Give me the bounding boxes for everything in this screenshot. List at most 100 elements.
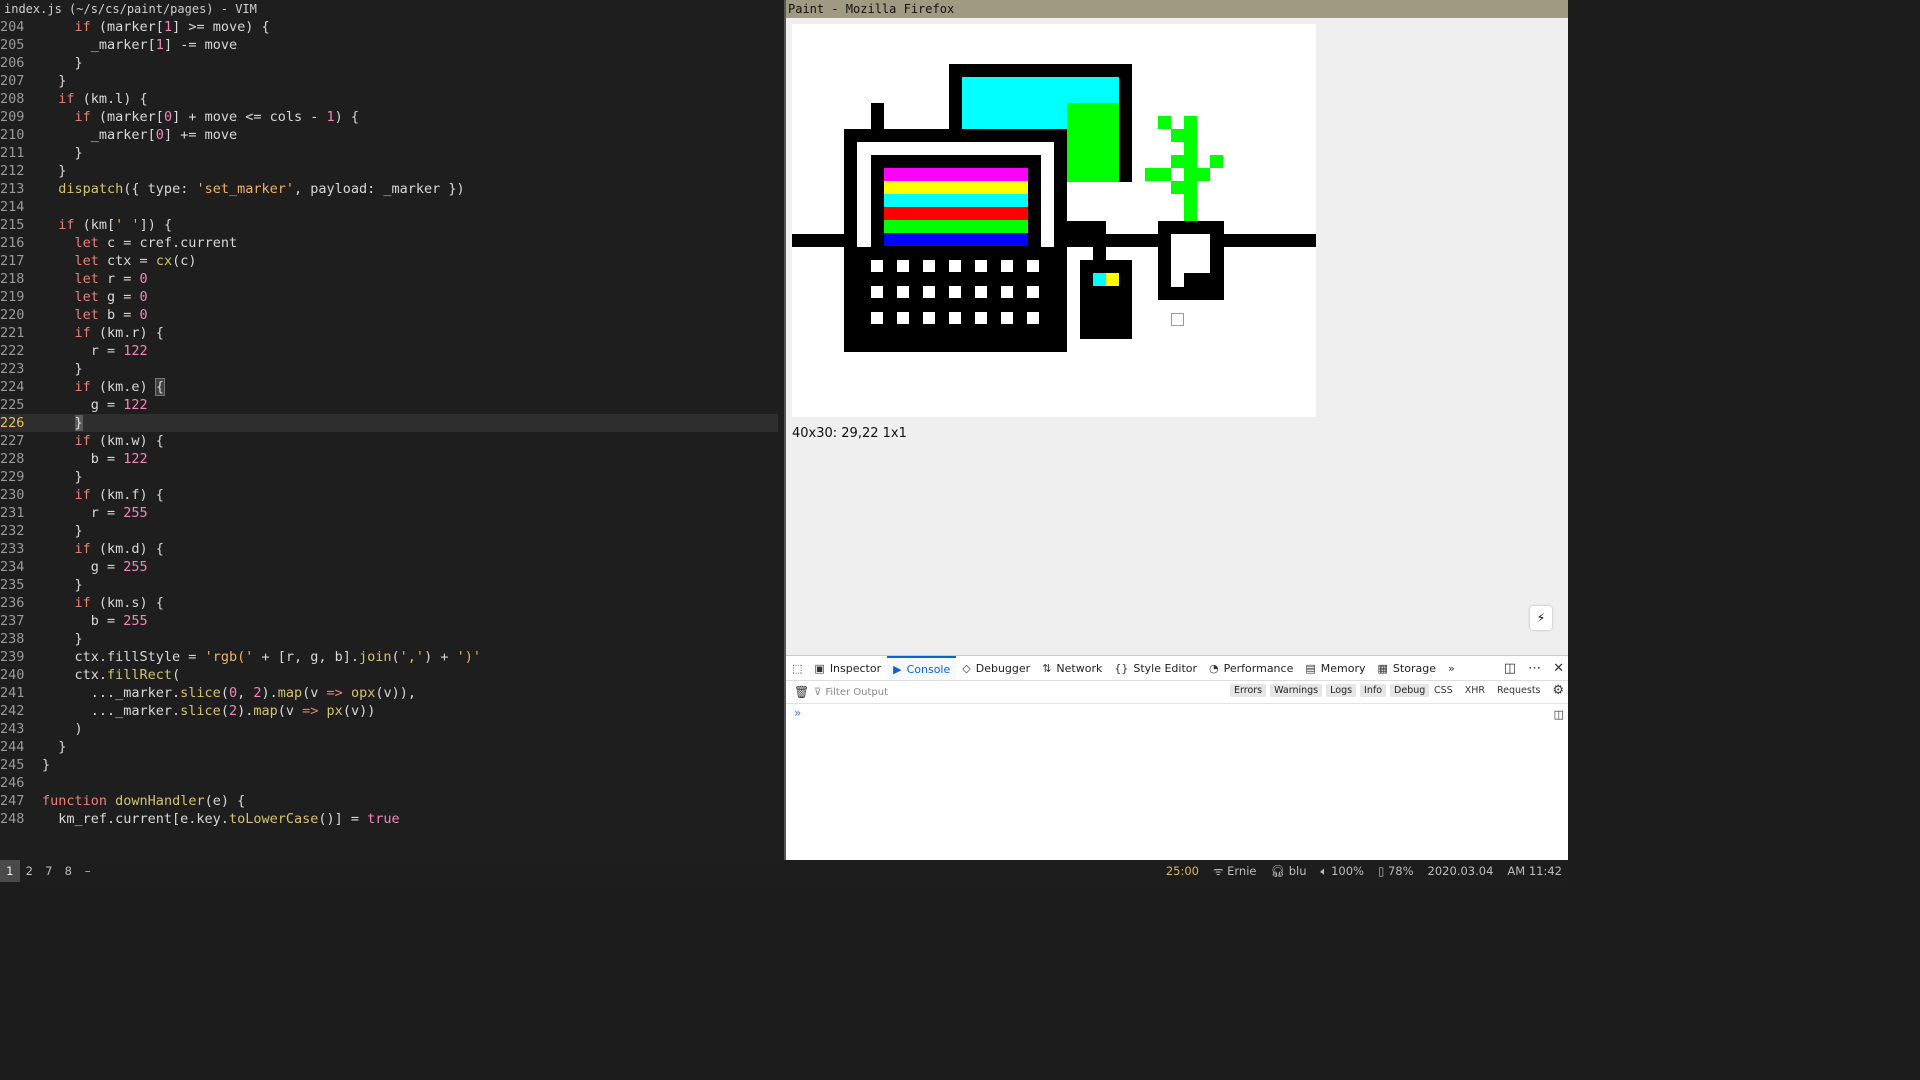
tab-inspector[interactable]: ▣ Inspector	[808, 656, 887, 680]
code-line[interactable]: 225 g = 122	[0, 396, 784, 414]
code-line[interactable]: 246	[0, 774, 784, 792]
line-number: 241	[0, 685, 25, 701]
vim-window[interactable]: index.js (~/s/cs/paint/pages) - VIM 204 …	[0, 0, 784, 860]
tab-memory[interactable]: ▤ Memory	[1299, 656, 1371, 680]
code-line[interactable]: 206 }	[0, 54, 784, 72]
line-number: 238	[0, 631, 25, 647]
code-line[interactable]: 247 function downHandler(e) {	[0, 792, 784, 810]
code-line[interactable]: 232 }	[0, 522, 784, 540]
gear-icon[interactable]: ⚙	[1552, 683, 1564, 698]
devtools-panel[interactable]: ⬚ ▣ Inspector ▶ Console ◇ Debugger ⇅ Network…	[786, 655, 1568, 861]
code-line[interactable]: 244 }	[0, 738, 784, 756]
filter-info[interactable]: Info	[1360, 684, 1387, 697]
code-line[interactable]: 213 dispatch({ type: 'set_marker', paylo…	[0, 180, 784, 198]
code-line[interactable]: 241 ..._marker.slice(0, 2).map(v => opx(…	[0, 684, 784, 702]
code-line[interactable]: 230 if (km.f) {	[0, 486, 784, 504]
code-line[interactable]: 239 ctx.fillStyle = 'rgb(' + [r, g, b].j…	[0, 648, 784, 666]
firefox-window[interactable]: Paint - Mozilla Firefox 40x30: 29,22 1x1…	[784, 0, 1568, 861]
filter-warnings[interactable]: Warnings	[1270, 684, 1323, 697]
code-line[interactable]: 217 let ctx = cx(c)	[0, 252, 784, 270]
code-line[interactable]: 236 if (km.s) {	[0, 594, 784, 612]
filter-xhr[interactable]: XHR	[1465, 685, 1485, 696]
code-line[interactable]: 207 }	[0, 72, 784, 90]
line-number: 207	[0, 73, 25, 89]
code-line[interactable]: 237 b = 255	[0, 612, 784, 630]
tab-debugger[interactable]: ◇ Debugger	[956, 656, 1036, 680]
code-line[interactable]: 243 )	[0, 720, 784, 738]
code-line[interactable]: 224 if (km.e) {	[0, 378, 784, 396]
code-line[interactable]: 245}	[0, 756, 784, 774]
code-line[interactable]: 235 }	[0, 576, 784, 594]
filter-errors[interactable]: Errors	[1230, 684, 1267, 697]
tab-network[interactable]: ⇅ Network	[1036, 656, 1108, 680]
line-text: }	[42, 757, 51, 773]
dock-icon[interactable]: ◫	[1504, 661, 1516, 676]
code-line[interactable]: 226 }	[0, 414, 778, 432]
code-line[interactable]: 216 let c = cref.current	[0, 234, 784, 252]
code-line[interactable]: 205 _marker[1] -= move	[0, 36, 784, 54]
line-text: r = 255	[42, 505, 148, 521]
code-editor[interactable]: 204 if (marker[1] >= move) {205 _marker[…	[0, 18, 784, 828]
element-picker-icon[interactable]: ⬚	[786, 656, 808, 680]
code-line[interactable]: 231 r = 255	[0, 504, 784, 522]
code-line[interactable]: 208 if (km.l) {	[0, 90, 784, 108]
tab-performance[interactable]: ◔ Performance	[1203, 656, 1299, 680]
tab-console[interactable]: ▶ Console	[887, 656, 957, 680]
code-line[interactable]: 238 }	[0, 630, 784, 648]
paint-canvas[interactable]	[792, 24, 1316, 417]
filter-requests[interactable]: Requests	[1497, 685, 1541, 696]
console-input-prompt[interactable]: »	[794, 706, 801, 720]
code-line[interactable]: 214	[0, 198, 784, 216]
trash-icon[interactable]: 🗑	[794, 685, 809, 699]
code-line[interactable]: 218 let r = 0	[0, 270, 784, 288]
line-text: function downHandler(e) {	[42, 793, 246, 809]
filter-output-input[interactable]: ⊽ Filter Output	[814, 687, 888, 698]
tab-style-editor[interactable]: {} Style Editor	[1108, 656, 1203, 680]
more-options-icon[interactable]: ⋯	[1528, 661, 1541, 676]
code-line[interactable]: 219 let g = 0	[0, 288, 784, 306]
code-line[interactable]: 222 r = 122	[0, 342, 784, 360]
close-icon[interactable]: ✕	[1553, 661, 1564, 676]
code-line[interactable]: 204 if (marker[1] >= move) {	[0, 18, 784, 36]
workspace-1[interactable]: 1	[0, 860, 20, 882]
code-line[interactable]: 209 if (marker[0] + move <= cols - 1) {	[0, 108, 784, 126]
line-number: 231	[0, 505, 25, 521]
filter-css[interactable]: CSS	[1434, 685, 1453, 696]
code-line[interactable]: 233 if (km.d) {	[0, 540, 784, 558]
line-text: }	[42, 73, 67, 89]
workspace-empty[interactable]: –	[78, 860, 98, 882]
date: 2020.03.04	[1427, 864, 1494, 878]
line-number: 227	[0, 433, 25, 449]
lightning-icon[interactable]: ⚡	[1530, 606, 1552, 630]
line-number: 212	[0, 163, 25, 179]
line-text: }	[42, 163, 67, 179]
line-number: 234	[0, 559, 25, 575]
tab-storage[interactable]: ▦ Storage	[1372, 656, 1442, 680]
timer: 25:00	[1165, 864, 1199, 878]
code-line[interactable]: 215 if (km[' ']) {	[0, 216, 784, 234]
code-line[interactable]: 242 ..._marker.slice(2).map(v => px(v))	[0, 702, 784, 720]
code-line[interactable]: 212 }	[0, 162, 784, 180]
devtools-tabbar: ⬚ ▣ Inspector ▶ Console ◇ Debugger ⇅ Network…	[786, 656, 1568, 681]
line-number: 223	[0, 361, 25, 377]
code-line[interactable]: 240 ctx.fillRect(	[0, 666, 784, 684]
line-number: 230	[0, 487, 25, 503]
code-line[interactable]: 223 }	[0, 360, 784, 378]
workspace-8[interactable]: 8	[59, 860, 79, 882]
code-line[interactable]: 210 _marker[0] += move	[0, 126, 784, 144]
code-line[interactable]: 229 }	[0, 468, 784, 486]
code-line[interactable]: 220 let b = 0	[0, 306, 784, 324]
code-line[interactable]: 228 b = 122	[0, 450, 784, 468]
code-line[interactable]: 221 if (km.r) {	[0, 324, 784, 342]
filter-logs[interactable]: Logs	[1326, 684, 1357, 697]
workspace-7[interactable]: 7	[39, 860, 59, 882]
code-line[interactable]: 234 g = 255	[0, 558, 784, 576]
workspace-2[interactable]: 2	[20, 860, 40, 882]
more-tabs-icon[interactable]: »	[1442, 656, 1461, 680]
line-text: r = 122	[42, 343, 148, 359]
code-line[interactable]: 248 km_ref.current[e.key.toLowerCase()] …	[0, 810, 784, 828]
code-line[interactable]: 227 if (km.w) {	[0, 432, 784, 450]
filter-debug[interactable]: Debug	[1390, 684, 1430, 697]
code-line[interactable]: 211 }	[0, 144, 784, 162]
split-console-icon[interactable]: ◫	[1554, 708, 1564, 721]
